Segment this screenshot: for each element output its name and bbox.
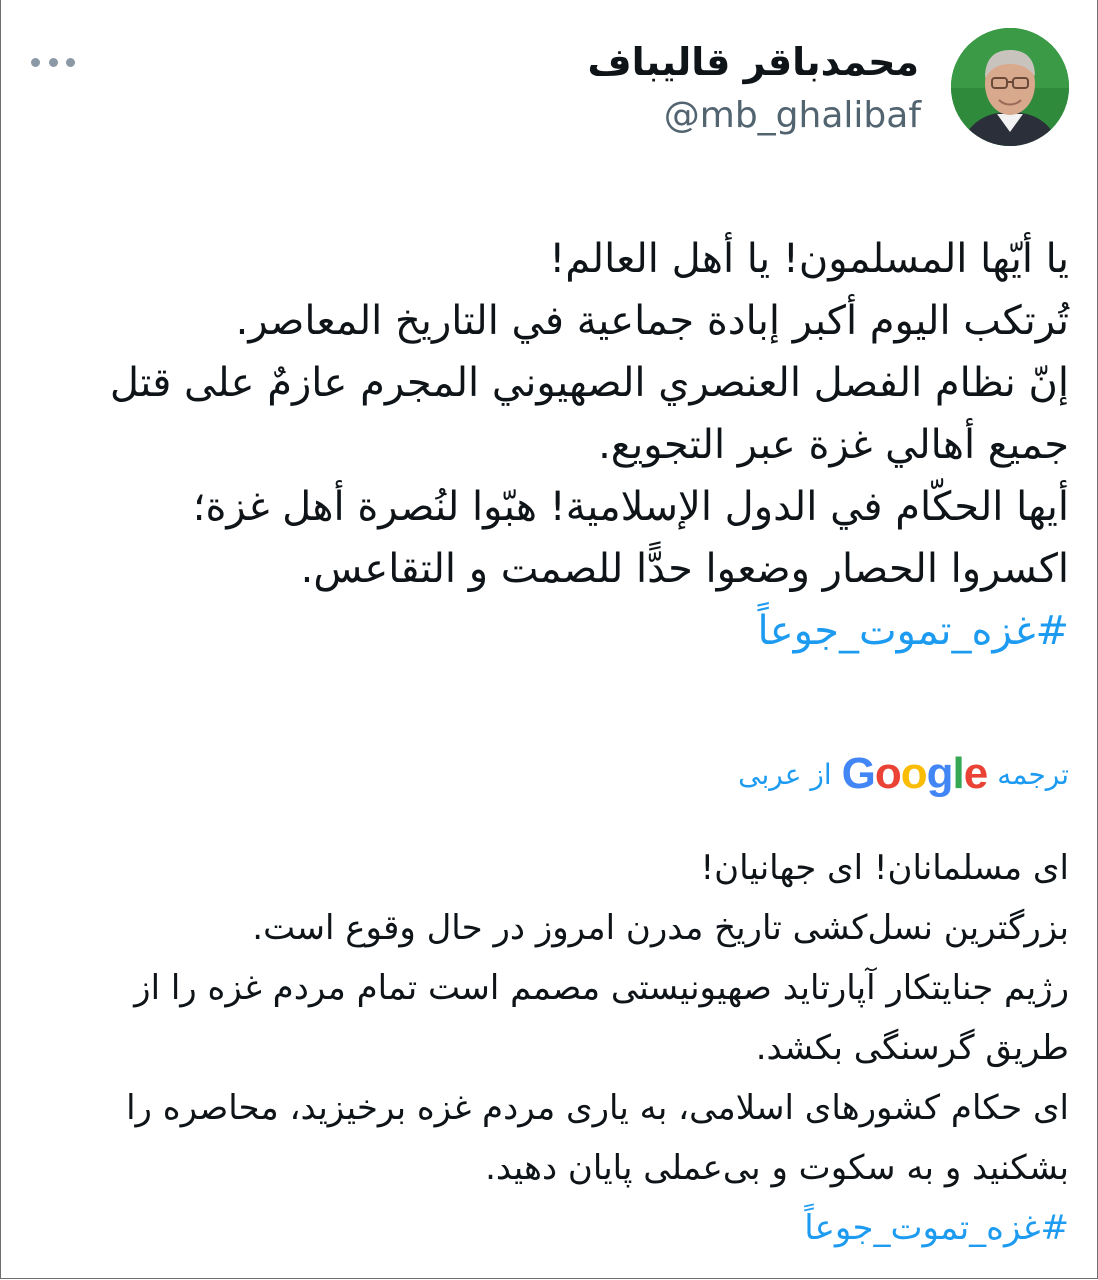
translate-link[interactable]: ترجمه Google از عربی [738,748,1069,800]
tweet-line: أيها الحكّام في الدول الإسلامية! هبّوا ل… [192,484,1069,530]
translated-line: ای مسلمانان! ای جهانیان! [700,848,1069,888]
tweet-line: إنّ نظام الفصل العنصري الصهيوني المجرم ع… [109,360,1069,406]
translated-line: ای حکام کشورهای اسلامی، به یاری مردم غزه… [126,1088,1069,1128]
author-handle[interactable]: @mb_ghalibaf [664,92,921,140]
tweet-line: جميع أهالي غزة عبر التجويع. [598,422,1069,468]
tweet-line: يا أيّها المسلمون! يا أهل العالم! [549,236,1069,282]
dot-icon [66,57,75,67]
more-options-button[interactable] [31,52,75,72]
avatar[interactable] [951,28,1069,146]
translated-line: طریق گرسنگی بکشد. [755,1028,1069,1068]
dot-icon [31,57,40,67]
dot-icon [48,57,58,67]
hashtag-link[interactable]: #غزه_تموت_جوعاً [29,1198,1069,1258]
translated-line: بشکنید و به سکوت و بی‌عملی پایان دهید. [485,1148,1069,1188]
translate-suffix: از عربی [738,757,832,791]
tweet-card: محمدباقر قالیباف @mb_ghalibaf يا أيّها ا… [0,0,1098,1279]
author-display-name[interactable]: محمدباقر قالیباف [588,36,919,88]
translated-line: رژیم جنایتکار آپارتاید صهیونیستی مصمم اس… [134,968,1069,1008]
google-logo: Google [841,749,989,798]
tweet-line: تُرتكب اليوم أكبر إبادة جماعية في التاري… [235,298,1069,344]
tweet-line: اكسروا الحصار وضعوا حدًّا للصمت و التقاع… [300,546,1069,592]
translated-text-persian: ای مسلمانان! ای جهانیان! بزرگترین نسل‌کش… [29,838,1069,1258]
hashtag-link[interactable]: #غزه_تموت_جوعاً [29,600,1069,662]
translated-line: بزرگترین نسل‌کشی تاریخ مدرن امروز در حال… [252,908,1069,948]
tweet-text-arabic: يا أيّها المسلمون! يا أهل العالم! تُرتكب… [29,228,1069,662]
translate-prefix: ترجمه [997,757,1069,791]
